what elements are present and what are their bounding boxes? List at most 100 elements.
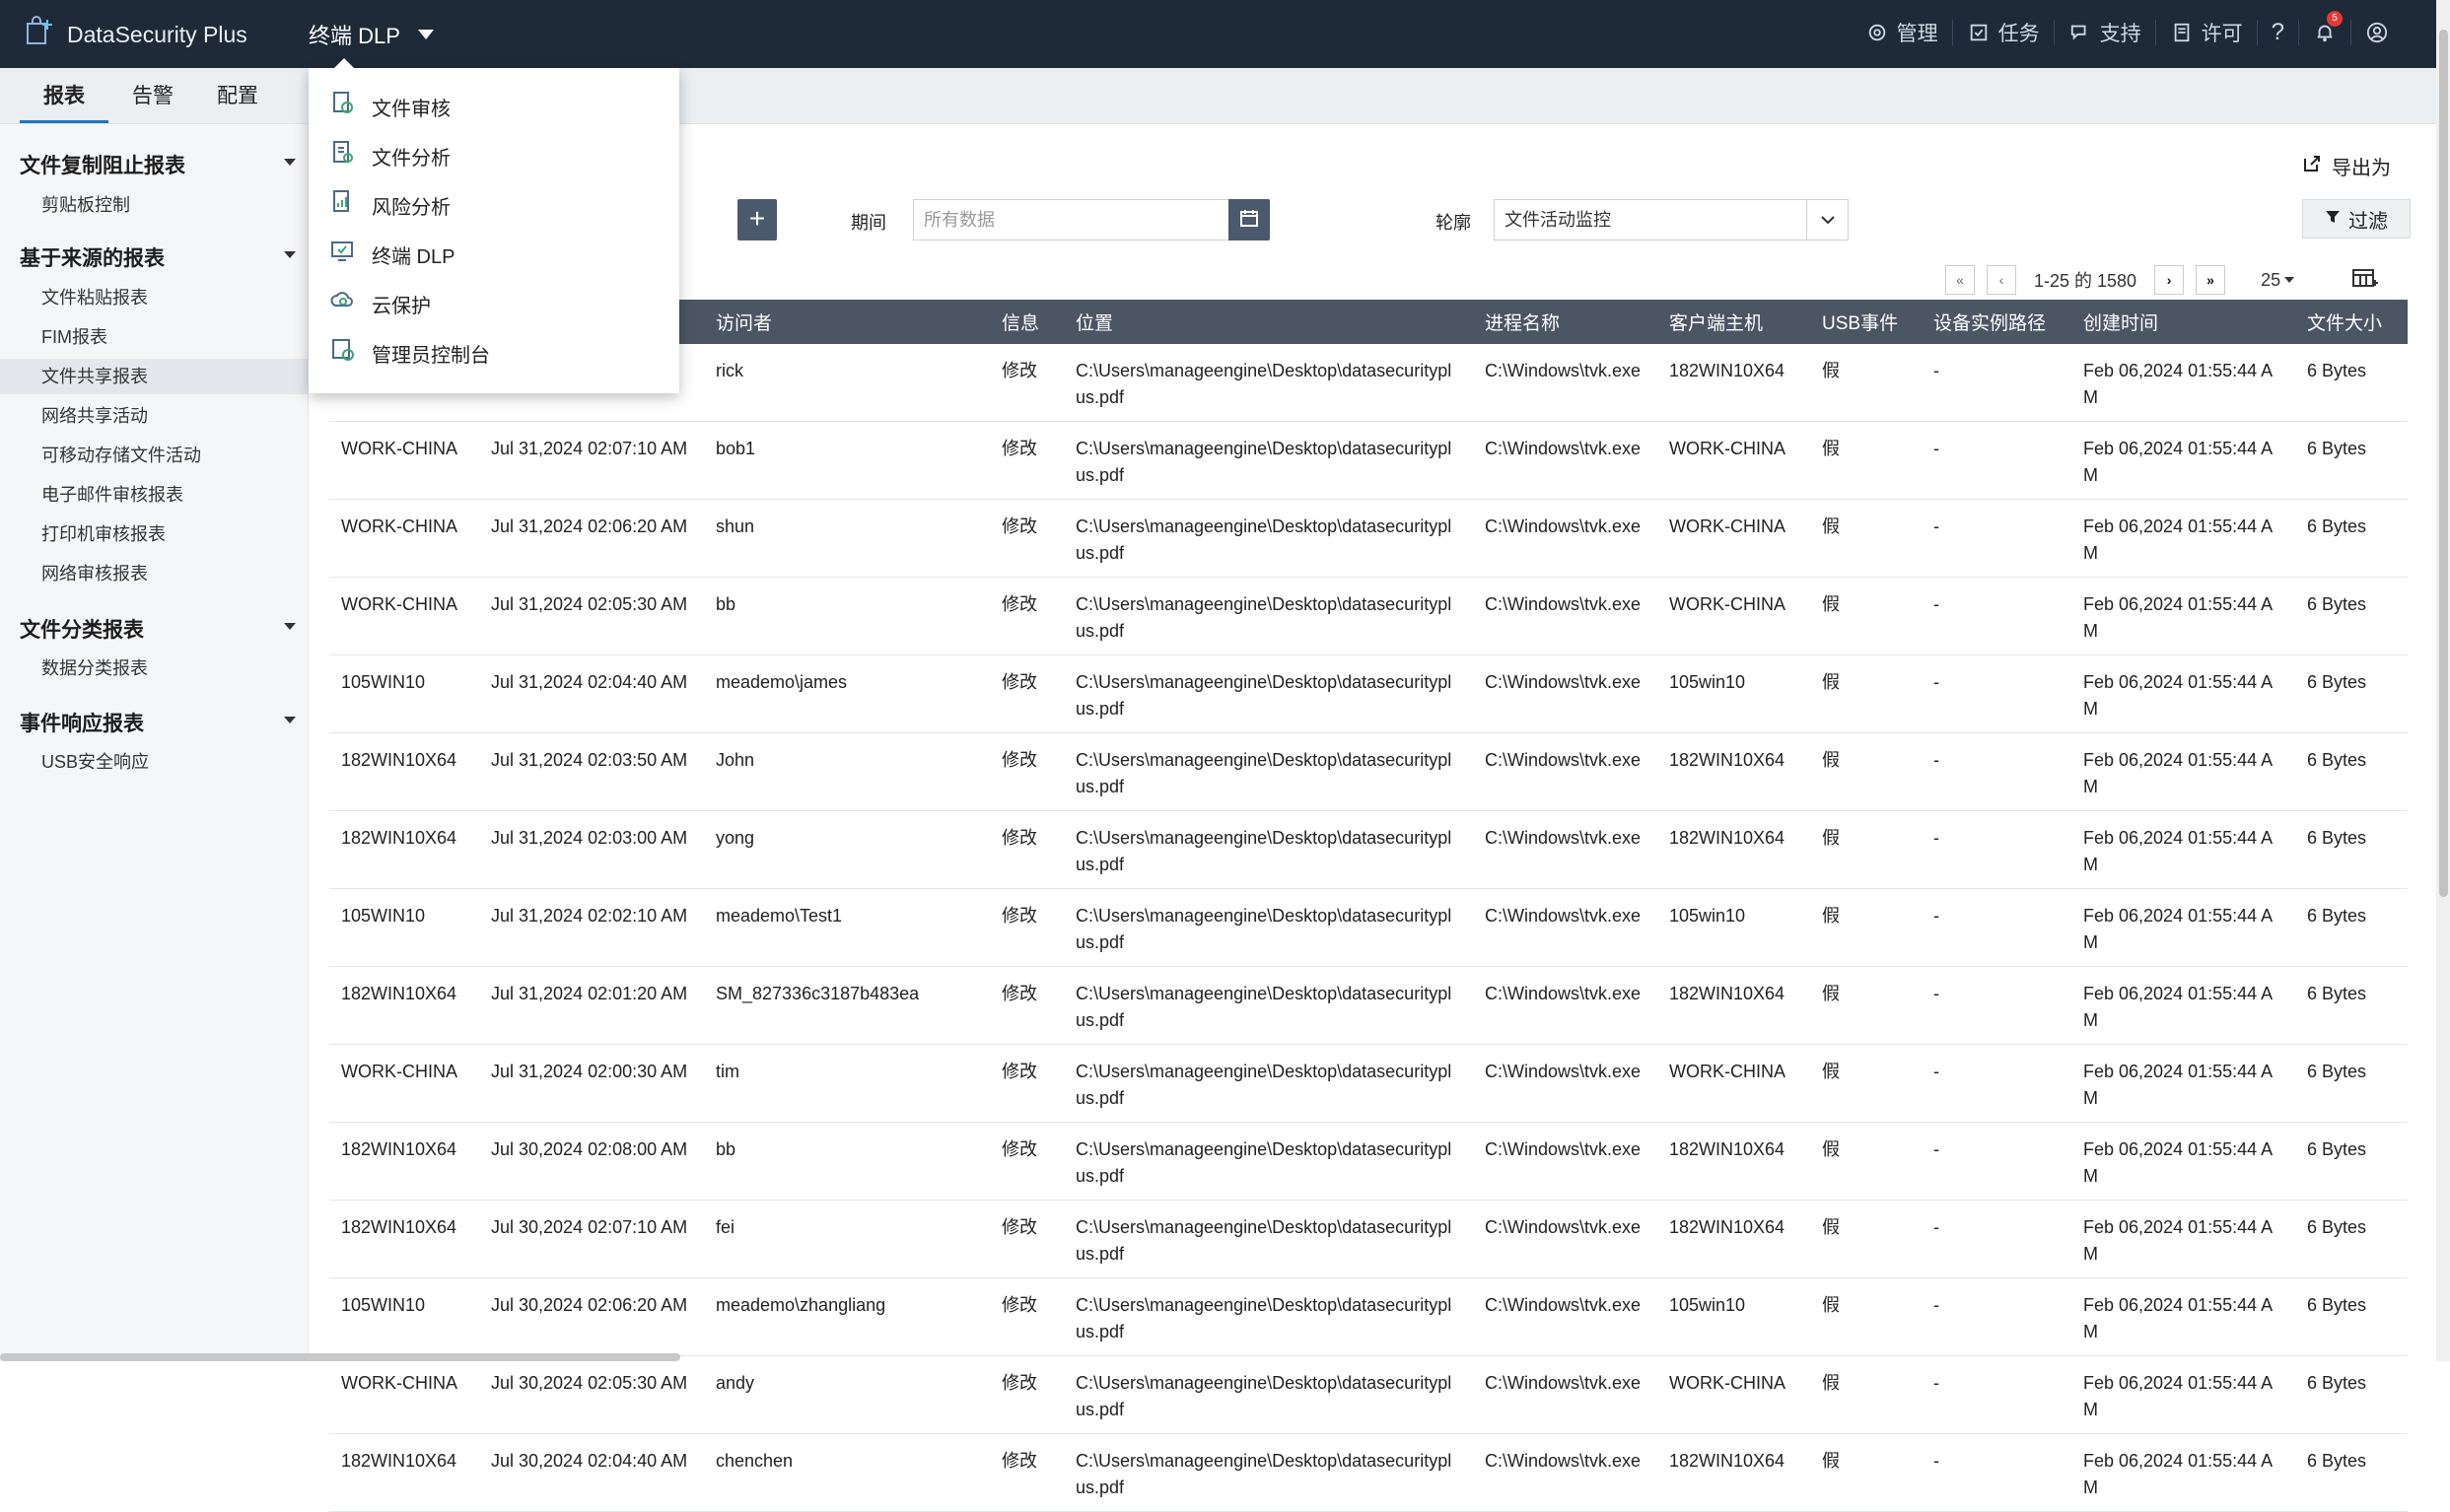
table-row[interactable]: 182WIN10X64Jul 30,2024 02:04:40 AMchench… <box>329 1434 2408 1512</box>
calendar-button[interactable] <box>1228 199 1270 241</box>
menu-item-admin-console[interactable]: 管理员控制台 <box>309 328 679 378</box>
sidebar-item-fim[interactable]: FIM报表 <box>41 319 303 355</box>
prev-page-icon[interactable]: ‹ <box>1987 265 2016 295</box>
column-header[interactable]: 创建时间 <box>2071 300 2295 344</box>
table-cell: 6 Bytes <box>2295 500 2408 578</box>
sidebar-item-network-share[interactable]: 网络共享活动 <box>41 398 303 434</box>
column-header[interactable]: USB事件 <box>1810 300 1922 344</box>
section-title: 文件复制阻止报表 <box>20 155 185 177</box>
table-cell: C:\Users\manageengine\Desktop\datasecuri… <box>1064 733 1473 811</box>
page-size-select[interactable]: 25 <box>2261 270 2294 291</box>
sidebar-item-file-share[interactable]: 文件共享报表 <box>0 359 309 394</box>
sidebar-item-removable-storage[interactable]: 可移动存储文件活动 <box>41 438 303 473</box>
tab-alerts[interactable]: 告警 <box>108 80 197 123</box>
table-cell: 182WIN10X64 <box>329 1201 479 1278</box>
menu-item-cloud-protection[interactable]: 云保护 <box>309 279 679 328</box>
table-row[interactable]: WORK-CHINAJul 31,2024 02:05:30 AMbb修改C:\… <box>329 578 2408 655</box>
column-header[interactable]: 信息 <box>990 300 1064 344</box>
last-page-icon[interactable]: » <box>2196 265 2225 295</box>
filter-label: 过滤 <box>2348 205 2388 234</box>
table-cell: 105WIN10 <box>329 1278 479 1356</box>
table-cell: 修改 <box>990 655 1064 733</box>
next-page-icon[interactable]: › <box>2154 265 2184 295</box>
column-chooser-icon[interactable] <box>2352 267 2378 291</box>
sidebar-section-source[interactable]: 基于来源的报表 <box>20 242 296 272</box>
first-page-icon[interactable]: « <box>1945 265 1975 295</box>
column-header[interactable]: 设备实例路径 <box>1922 300 2071 344</box>
table-cell: 修改 <box>990 1356 1064 1434</box>
help-link[interactable]: ? <box>2258 20 2299 45</box>
table-cell: 假 <box>1810 1201 1922 1278</box>
table-cell: WORK-CHINA <box>1657 1045 1810 1123</box>
scrollbar-thumb[interactable] <box>2439 30 2448 897</box>
table-row[interactable]: 105WIN10Jul 31,2024 02:02:10 AMmeademo\T… <box>329 889 2408 967</box>
tasks-link[interactable]: 任务 <box>1953 20 2055 45</box>
sidebar-section-copy-block[interactable]: 文件复制阻止报表 <box>20 150 296 179</box>
column-header[interactable]: 进程名称 <box>1473 300 1657 344</box>
column-header[interactable]: 访问者 <box>704 300 990 344</box>
table-cell: - <box>1922 422 2071 500</box>
table-cell: WORK-CHINA <box>329 1356 479 1434</box>
sidebar-section-incident[interactable]: 事件响应报表 <box>20 708 296 737</box>
table-cell: 182WIN10X64 <box>1657 1434 1810 1512</box>
sidebar-item-usb-response[interactable]: USB安全响应 <box>41 744 303 780</box>
table-cell: 182WIN10X64 <box>329 1434 479 1512</box>
support-link[interactable]: 支持 <box>2055 20 2156 45</box>
table-cell: Feb 06,2024 01:55:44 AM <box>2071 889 2295 967</box>
profile-select[interactable]: 文件活动监控 <box>1494 199 1849 241</box>
pagination: « ‹ 1-25 的 1580 › » 25 <box>1945 262 2294 298</box>
table-cell: C:\Users\manageengine\Desktop\datasecuri… <box>1064 1356 1473 1434</box>
period-input[interactable]: 所有数据 <box>913 199 1232 241</box>
menu-item-risk-analysis[interactable]: 风险分析 <box>309 180 679 230</box>
table-cell: 假 <box>1810 889 1922 967</box>
manage-link[interactable]: 管理 <box>1852 20 1953 45</box>
user-menu[interactable] <box>2351 20 2403 45</box>
add-button[interactable]: + <box>737 199 777 241</box>
tab-config[interactable]: 配置 <box>193 80 282 123</box>
table-row[interactable]: 182WIN10X64Jul 30,2024 02:07:10 AMfei修改C… <box>329 1201 2408 1278</box>
sidebar-item-file-paste[interactable]: 文件粘贴报表 <box>41 280 303 315</box>
table-cell: Jul 30,2024 02:07:10 AM <box>479 1201 704 1278</box>
table-row[interactable]: WORK-CHINAJul 31,2024 02:07:10 AMbob1修改C… <box>329 422 2408 500</box>
vertical-scrollbar[interactable] <box>2436 0 2450 1361</box>
table-row[interactable]: WORK-CHINAJul 31,2024 02:00:30 AMtim修改C:… <box>329 1045 2408 1123</box>
admin-console-icon <box>330 337 356 369</box>
sidebar-item-printer-audit[interactable]: 打印机审核报表 <box>41 516 303 552</box>
table-row[interactable]: 182WIN10X64Jul 30,2024 02:08:00 AMbb修改C:… <box>329 1123 2408 1201</box>
tab-reports[interactable]: 报表 <box>20 80 108 123</box>
table-cell: - <box>1922 1356 2071 1434</box>
column-header[interactable]: 文件大小 <box>2295 300 2408 344</box>
table-row[interactable]: 182WIN10X64Jul 31,2024 02:03:00 AMyong修改… <box>329 811 2408 889</box>
module-switcher[interactable]: 终端 DLP <box>309 0 434 68</box>
sidebar-item-network-audit[interactable]: 网络审核报表 <box>41 556 303 591</box>
license-link[interactable]: 许可 <box>2156 20 2258 45</box>
export-button[interactable]: 导出为 <box>2302 152 2391 180</box>
table-cell: 假 <box>1810 811 1922 889</box>
table-row[interactable]: 182WIN10X64Jul 31,2024 02:01:20 AMSM_827… <box>329 967 2408 1045</box>
table-row[interactable]: WORK-CHINAJul 31,2024 02:06:20 AMshun修改C… <box>329 500 2408 578</box>
column-header[interactable]: 位置 <box>1064 300 1473 344</box>
table-row[interactable]: 105WIN10Jul 31,2024 02:04:40 AMmeademo\j… <box>329 655 2408 733</box>
app-logo[interactable]: DataSecurity Plus <box>24 16 247 53</box>
module-title: 终端 DLP <box>309 19 400 50</box>
sidebar-item-clipboard[interactable]: 剪贴板控制 <box>41 187 303 223</box>
period-label: 期间 <box>851 209 886 235</box>
table-cell: - <box>1922 1201 2071 1278</box>
page-range: 1-25 的 1580 <box>2034 267 2136 293</box>
menu-item-endpoint-dlp[interactable]: 终端 DLP <box>309 230 679 279</box>
table-row[interactable]: WORK-CHINAJul 30,2024 02:05:30 AMandy修改C… <box>329 1356 2408 1434</box>
notification-button[interactable]: 5 <box>2299 20 2351 45</box>
table-row[interactable]: 105WIN10Jul 30,2024 02:06:20 AMmeademo\z… <box>329 1278 2408 1356</box>
menu-item-file-audit[interactable]: 文件审核 <box>309 82 679 131</box>
sidebar-item-email-audit[interactable]: 电子邮件审核报表 <box>41 477 303 513</box>
table-cell: 182WIN10X64 <box>1657 811 1810 889</box>
sidebar-item-data-classification[interactable]: 数据分类报表 <box>41 651 303 686</box>
menu-item-file-analysis[interactable]: 文件分析 <box>309 131 679 180</box>
sidebar-section-classification[interactable]: 文件分类报表 <box>20 614 296 644</box>
support-label: 支持 <box>2100 18 2141 47</box>
column-header[interactable]: 客户端主机 <box>1657 300 1810 344</box>
filter-button[interactable]: 过滤 <box>2302 199 2411 239</box>
table-row[interactable]: 182WIN10X64Jul 31,2024 02:03:50 AMJohn修改… <box>329 733 2408 811</box>
horizontal-scrollbar[interactable] <box>0 1353 680 1361</box>
table-cell: 假 <box>1810 1434 1922 1512</box>
